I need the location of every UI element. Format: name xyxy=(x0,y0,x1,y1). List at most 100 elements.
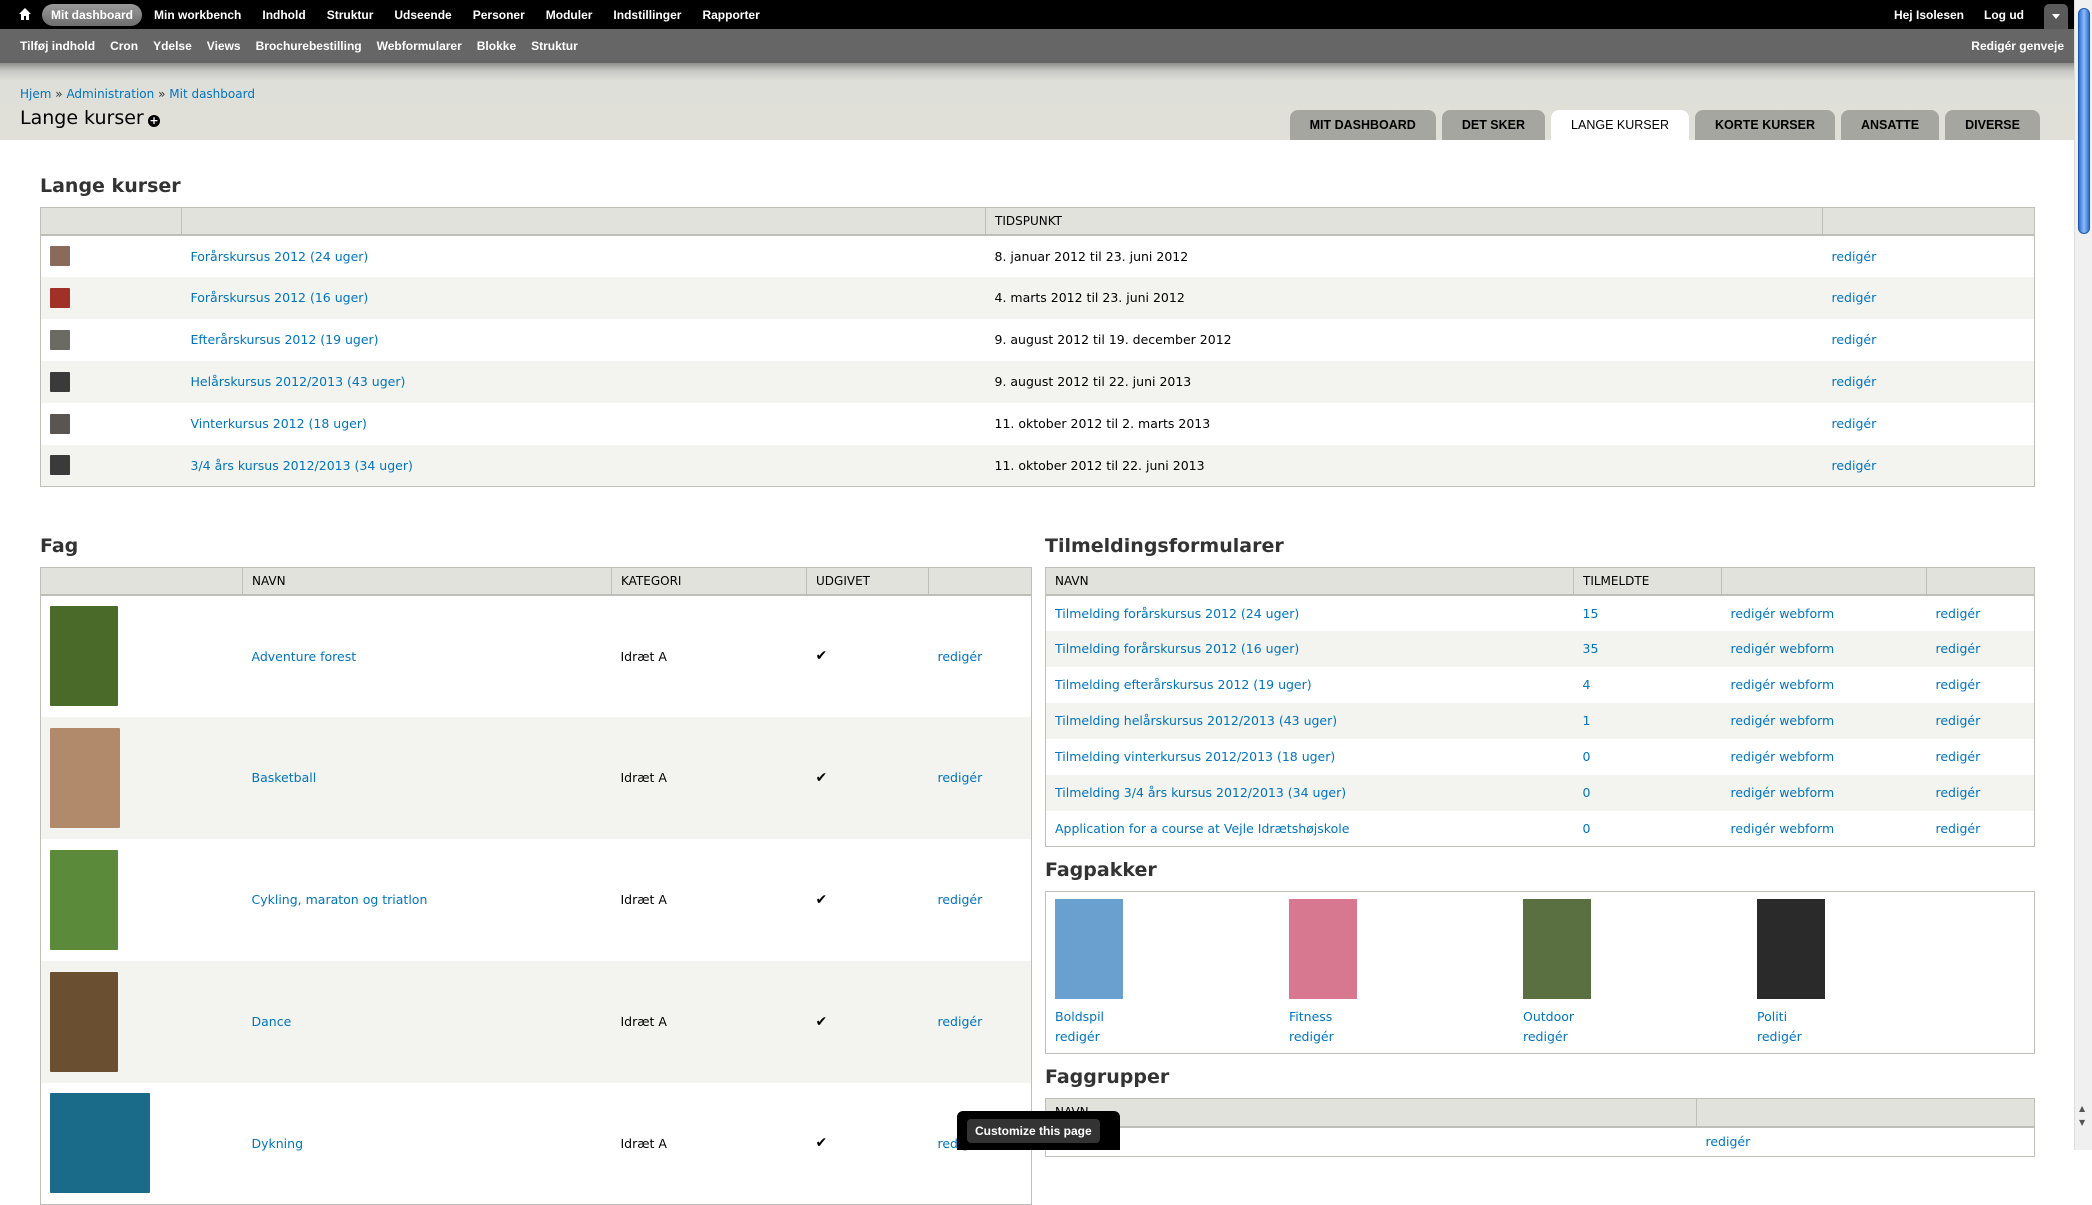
shortcut-link[interactable]: Cron xyxy=(110,39,138,53)
registrations-count[interactable]: 0 xyxy=(1583,785,1591,800)
fagpakke-image[interactable] xyxy=(1757,899,1825,999)
edit-link[interactable]: redigér xyxy=(1757,1029,1802,1044)
toolbar-drawer-toggle[interactable] xyxy=(2044,4,2068,29)
course-link[interactable]: Helårskursus 2012/2013 (43 uger) xyxy=(191,374,406,389)
edit-link[interactable]: redigér xyxy=(938,649,983,664)
toolbar-menu-item[interactable]: Min workbench xyxy=(145,4,250,26)
scroll-down-arrow-icon[interactable]: ▼ xyxy=(2079,1118,2089,1127)
registrations-count[interactable]: 0 xyxy=(1583,821,1591,836)
course-link[interactable]: 3/4 års kursus 2012/2013 (34 uger) xyxy=(191,458,413,473)
course-link[interactable]: Forårskursus 2012 (24 uger) xyxy=(191,249,369,264)
form-link[interactable]: Tilmelding forårskursus 2012 (24 uger) xyxy=(1055,606,1299,621)
form-link[interactable]: Tilmelding forårskursus 2012 (16 uger) xyxy=(1055,641,1299,656)
shortcut-link[interactable]: Tilføj indhold xyxy=(20,39,95,53)
breadcrumb-link[interactable]: Administration xyxy=(66,87,154,101)
edit-link[interactable]: redigér xyxy=(1832,374,1877,389)
form-link[interactable]: Application for a course at Vejle Idræts… xyxy=(1055,821,1349,836)
edit-link[interactable]: redigér xyxy=(938,770,983,785)
tab-korte-kurser[interactable]: KORTE KURSER xyxy=(1694,110,1835,140)
toolbar-menu-item[interactable]: Indstillinger xyxy=(604,4,690,26)
edit-link[interactable]: redigér xyxy=(1832,290,1877,305)
form-link[interactable]: Tilmelding 3/4 års kursus 2012/2013 (34 … xyxy=(1055,785,1346,800)
registrations-count[interactable]: 35 xyxy=(1583,641,1599,656)
edit-link[interactable]: redigér xyxy=(1523,1029,1568,1044)
shortcut-link[interactable]: Brochurebestilling xyxy=(256,39,362,53)
subject-link[interactable]: Basketball xyxy=(252,770,317,785)
toolbar-menu-item[interactable]: Rapporter xyxy=(693,4,768,26)
edit-link[interactable]: redigér xyxy=(1289,1029,1334,1044)
tab-diverse[interactable]: DIVERSE xyxy=(1945,110,2040,140)
home-icon[interactable] xyxy=(18,7,32,21)
edit-webform-link[interactable]: redigér webform xyxy=(1731,606,1835,621)
shortcut-link[interactable]: Struktur xyxy=(531,39,578,53)
toolbar-menu-item[interactable]: Moduler xyxy=(537,4,602,26)
subject-link[interactable]: Cykling, maraton og triatlon xyxy=(252,892,428,907)
subject-link[interactable]: Adventure forest xyxy=(252,649,357,664)
fagpakke-image[interactable] xyxy=(1523,899,1591,999)
customize-page-button[interactable]: Customize this page xyxy=(967,1119,1100,1143)
edit-link[interactable]: redigér xyxy=(1936,677,1981,692)
user-greeting[interactable]: Hej Isolesen xyxy=(1894,8,1964,22)
edit-webform-link[interactable]: redigér webform xyxy=(1731,713,1835,728)
course-link[interactable]: Forårskursus 2012 (16 uger) xyxy=(191,290,369,305)
shortcut-link[interactable]: Webformularer xyxy=(377,39,462,53)
toolbar-menu-item[interactable]: Mit dashboard xyxy=(42,3,143,26)
fagpakke-link[interactable]: Outdoor xyxy=(1523,1009,1574,1024)
edit-link[interactable]: redigér xyxy=(1936,641,1981,656)
tab-lange-kurser[interactable]: LANGE KURSER xyxy=(1551,110,1689,140)
published-check-icon: ✔ xyxy=(815,648,828,664)
edit-link[interactable]: redigér xyxy=(1936,606,1981,621)
form-link[interactable]: Tilmelding vinterkursus 2012/2013 (18 ug… xyxy=(1055,749,1335,764)
edit-link[interactable]: redigér xyxy=(1832,332,1877,347)
fagpakke-image[interactable] xyxy=(1055,899,1123,999)
edit-link[interactable]: redigér xyxy=(1055,1029,1100,1044)
edit-link[interactable]: redigér xyxy=(1936,785,1981,800)
toolbar-menu-item[interactable]: Udseende xyxy=(385,4,460,26)
edit-link[interactable]: redigér xyxy=(1936,749,1981,764)
edit-link[interactable]: redigér xyxy=(1936,713,1981,728)
fagpakke-image[interactable] xyxy=(1289,899,1357,999)
registrations-count[interactable]: 1 xyxy=(1583,713,1591,728)
edit-webform-link[interactable]: redigér webform xyxy=(1731,677,1835,692)
scroll-up-arrow-icon[interactable]: ▲ xyxy=(2079,1104,2089,1113)
course-link[interactable]: Efterårskursus 2012 (19 uger) xyxy=(191,332,379,347)
registrations-count[interactable]: 0 xyxy=(1583,749,1591,764)
edit-webform-link[interactable]: redigér webform xyxy=(1731,785,1835,800)
toolbar-menu-item[interactable]: Indhold xyxy=(253,4,314,26)
edit-webform-link[interactable]: redigér webform xyxy=(1731,749,1835,764)
vertical-scrollbar[interactable]: ▲ ▼ xyxy=(2074,0,2092,1150)
breadcrumb-link[interactable]: Hjem xyxy=(20,87,51,101)
scrollbar-thumb[interactable] xyxy=(2078,8,2090,234)
edit-link[interactable]: redigér xyxy=(1832,416,1877,431)
logout-link[interactable]: Log ud xyxy=(1984,8,2024,22)
registrations-count[interactable]: 15 xyxy=(1583,606,1599,621)
form-link[interactable]: Tilmelding helårskursus 2012/2013 (43 ug… xyxy=(1055,713,1337,728)
edit-link[interactable]: redigér xyxy=(938,892,983,907)
shortcut-link[interactable]: Views xyxy=(207,39,241,53)
toolbar-menu-item[interactable]: Personer xyxy=(464,4,534,26)
tab-det-sker[interactable]: DET SKER xyxy=(1441,110,1546,140)
edit-link[interactable]: redigér xyxy=(1832,458,1877,473)
fagpakke-link[interactable]: Politi xyxy=(1757,1009,1787,1024)
tab-mit-dashboard[interactable]: MIT DASHBOARD xyxy=(1289,110,1436,140)
edit-shortcuts-link[interactable]: Redigér genveje xyxy=(1971,39,2064,53)
edit-webform-link[interactable]: redigér webform xyxy=(1731,641,1835,656)
toolbar-menu-item[interactable]: Struktur xyxy=(318,4,383,26)
edit-webform-link[interactable]: redigér webform xyxy=(1731,821,1835,836)
add-shortcut-icon[interactable]: + xyxy=(148,115,160,127)
registrations-count[interactable]: 4 xyxy=(1583,677,1591,692)
fagpakke-link[interactable]: Boldspil xyxy=(1055,1009,1104,1024)
tab-ansatte[interactable]: ANSATTE xyxy=(1841,110,1940,140)
breadcrumb-link[interactable]: Mit dashboard xyxy=(169,87,255,101)
subject-link[interactable]: Dance xyxy=(252,1014,292,1029)
shortcut-link[interactable]: Ydelse xyxy=(153,39,192,53)
form-link[interactable]: Tilmelding efterårskursus 2012 (19 uger) xyxy=(1055,677,1312,692)
edit-link[interactable]: redigér xyxy=(1936,821,1981,836)
edit-link[interactable]: redigér xyxy=(1832,249,1877,264)
shortcut-link[interactable]: Blokke xyxy=(477,39,516,53)
fagpakke-link[interactable]: Fitness xyxy=(1289,1009,1332,1024)
edit-link[interactable]: redigér xyxy=(938,1014,983,1029)
subject-link[interactable]: Dykning xyxy=(252,1136,304,1151)
edit-link[interactable]: redigér xyxy=(1706,1134,1751,1149)
course-link[interactable]: Vinterkursus 2012 (18 uger) xyxy=(191,416,367,431)
